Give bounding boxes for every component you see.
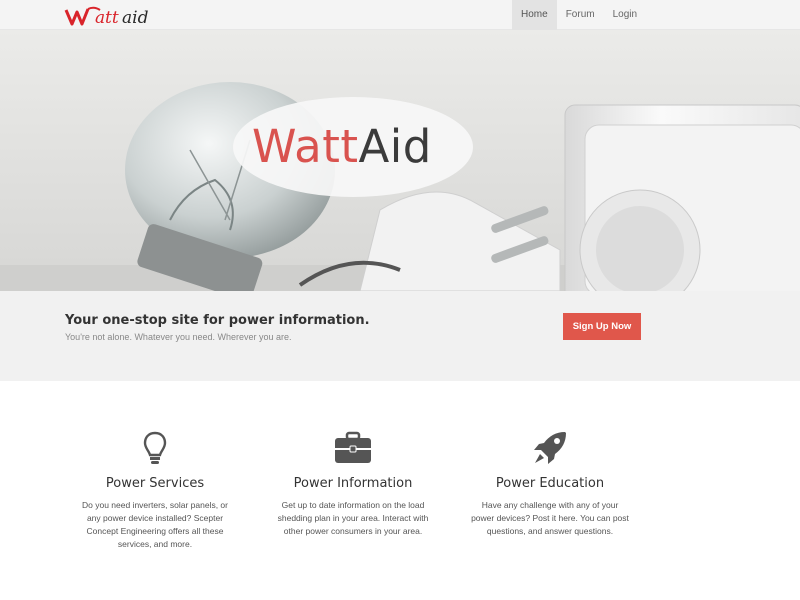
callout-band: Your one-stop site for power information… [0,291,800,381]
lightbulb-icon [65,430,245,472]
svg-text:aid: aid [122,8,149,28]
svg-text:a: a [95,8,105,28]
feature-title: Power Education [495,476,605,491]
site-logo[interactable]: a tt aid [64,2,164,28]
feature-text: Get up to date information on the load s… [277,500,429,536]
hero-title-watt: Watt [252,120,359,173]
callout-headline: Your one-stop site for power information… [65,313,370,328]
nav-forum[interactable]: Forum [557,0,604,30]
logo-icon: a tt aid [64,6,149,28]
feature-text: Do you need inverters, solar panels, or … [82,500,228,549]
hero-title: WattAid [252,120,432,173]
nav-home[interactable]: Home [512,0,557,30]
signup-button[interactable]: Sign Up Now [563,313,641,340]
callout-subtext: You're not alone. Whatever you need. Whe… [65,332,292,342]
top-navbar: a tt aid Home Forum Login [0,0,800,30]
hero-title-aid: Aid [358,120,432,173]
feature-title: Power Services [105,476,205,491]
feature-text: Have any challenge with any of your powe… [471,500,629,536]
main-nav: Home Forum Login [512,0,646,30]
rocket-icon [460,430,640,472]
feature-power-information: Power Information Get up to date informa… [263,430,443,538]
nav-login[interactable]: Login [604,0,646,30]
briefcase-icon [263,430,443,472]
hero-banner: WattAid [0,30,800,291]
feature-power-services: Power Services Do you need inverters, so… [65,430,245,551]
feature-power-education: Power Education Have any challenge with … [460,430,640,538]
svg-text:tt: tt [105,8,119,28]
feature-title: Power Information [293,476,413,491]
